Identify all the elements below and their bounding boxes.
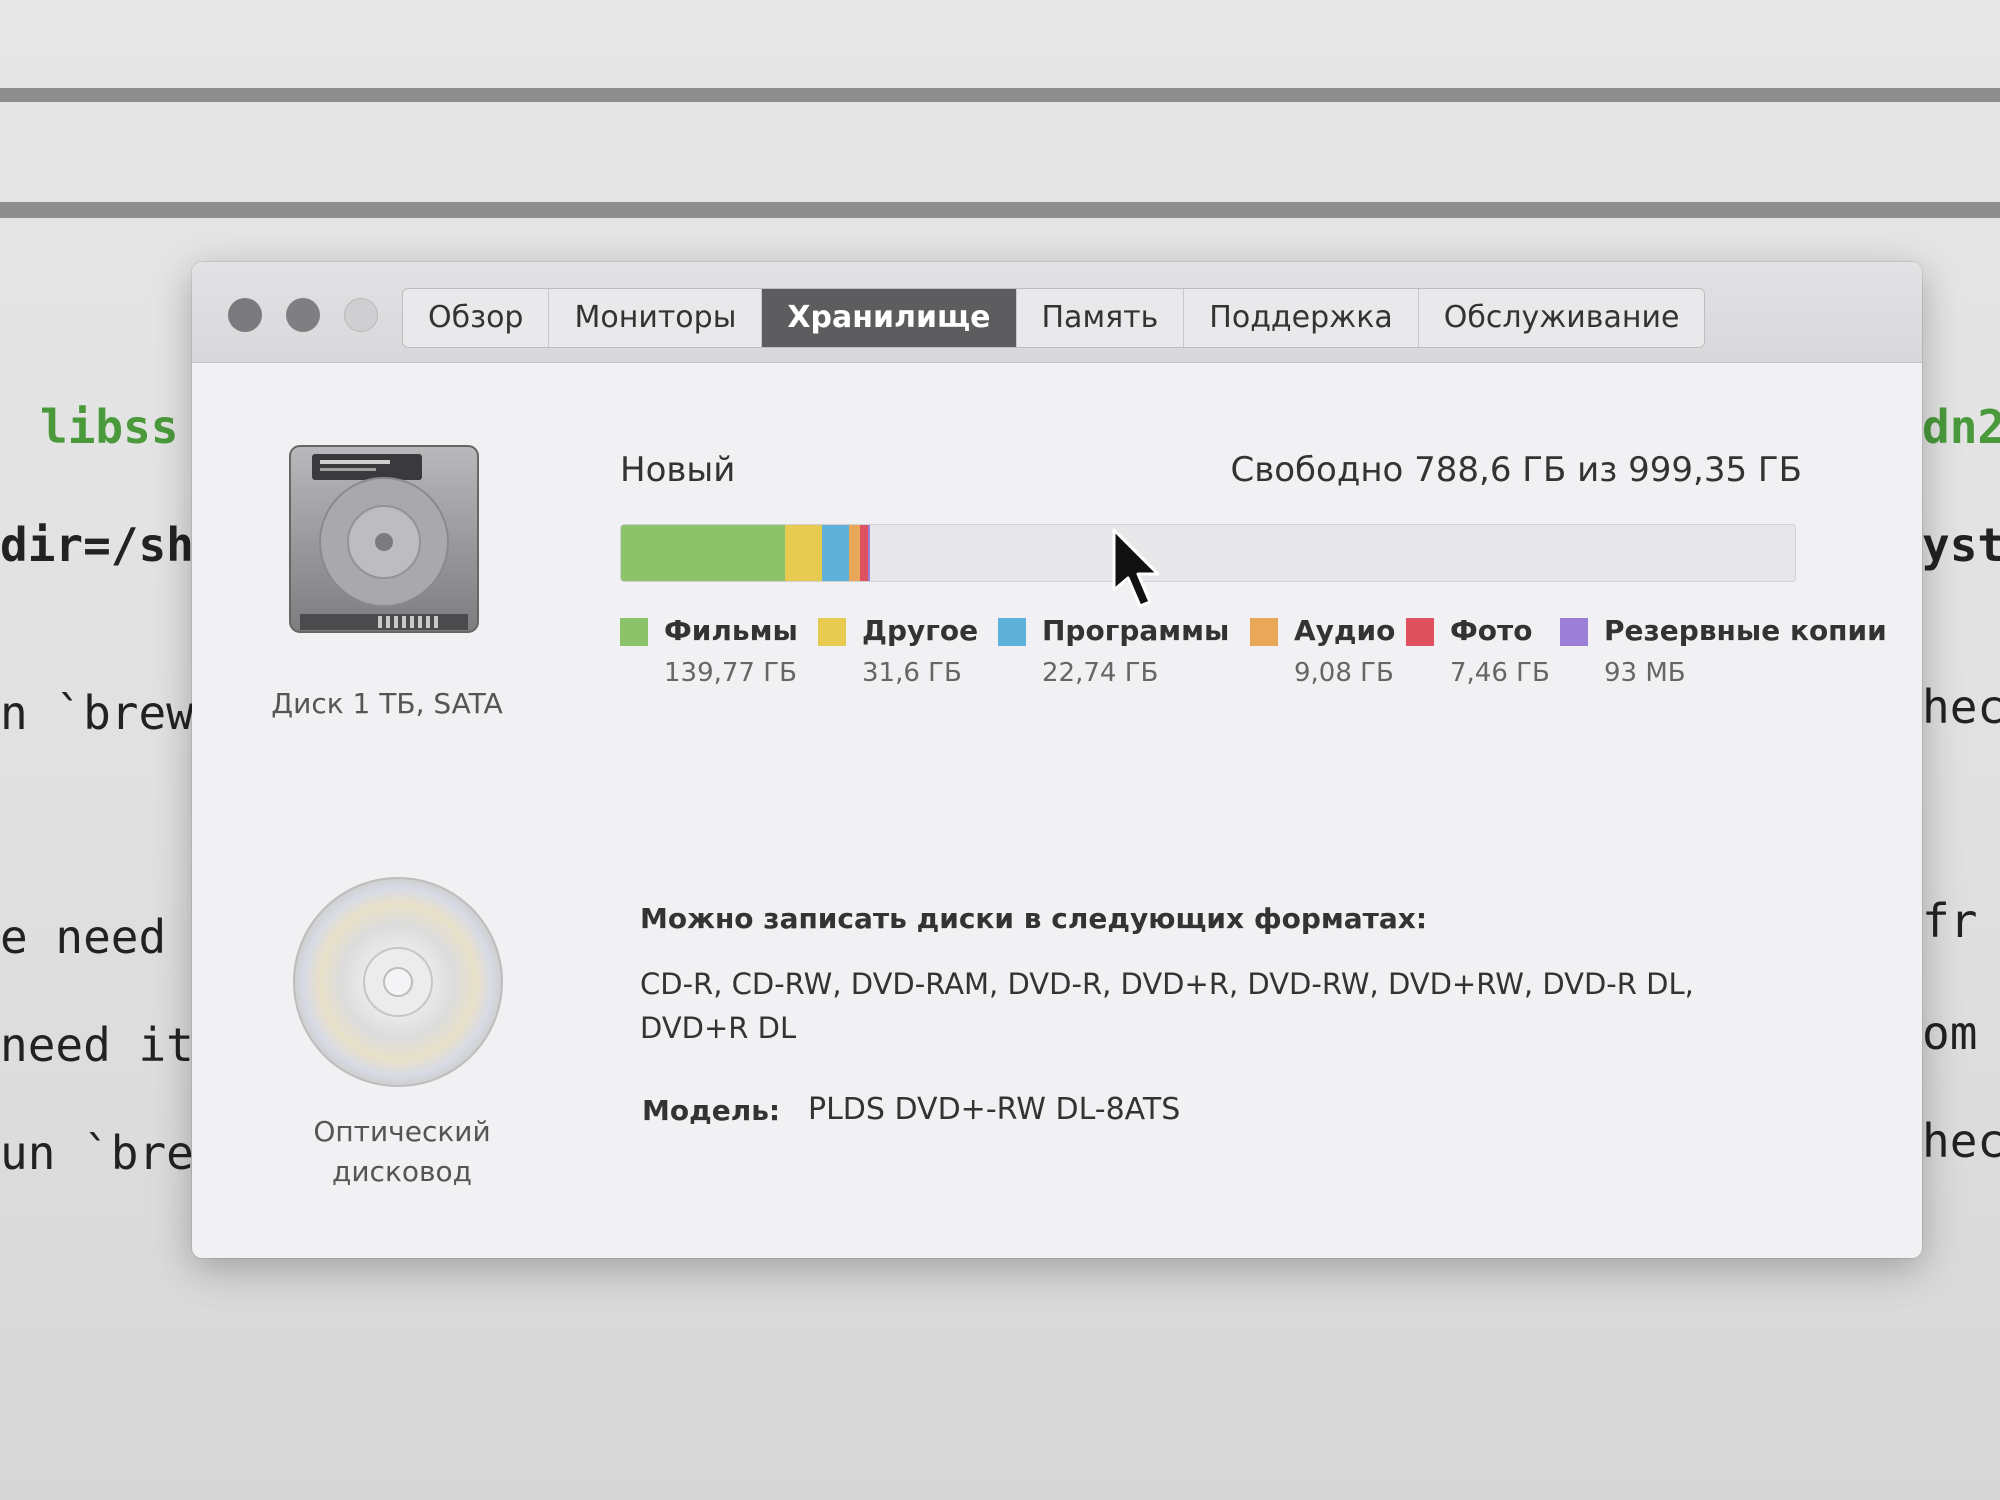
legend-swatch bbox=[818, 618, 846, 646]
burn-formats-list: CD-R, CD-RW, DVD-RAM, DVD-R, DVD+R, DVD-… bbox=[640, 967, 1694, 1045]
tab-support[interactable]: Поддержка bbox=[1184, 289, 1419, 347]
terminal-text: libss bbox=[40, 400, 179, 454]
legend-category-size: 93 МБ bbox=[1604, 658, 1686, 688]
optical-disc-icon bbox=[293, 877, 503, 1087]
close-button[interactable] bbox=[228, 298, 262, 332]
tab-memory[interactable]: Память bbox=[1017, 289, 1185, 347]
terminal-divider bbox=[0, 88, 2000, 102]
terminal-text: un `brew bbox=[0, 1126, 222, 1180]
terminal-text: need it bbox=[0, 1018, 194, 1072]
title-bar[interactable]: Обзор Мониторы Хранилище Память Поддержк… bbox=[192, 262, 1922, 363]
legend-category-size: 139,77 ГБ bbox=[664, 658, 797, 688]
terminal-text: dn2 bbox=[1922, 400, 2000, 454]
hard-drive-icon bbox=[289, 445, 479, 633]
storage-usage-bar[interactable] bbox=[620, 524, 1796, 582]
tab-displays[interactable]: Мониторы bbox=[549, 289, 763, 347]
zoom-button[interactable] bbox=[344, 298, 378, 332]
tab-service[interactable]: Обслуживание bbox=[1419, 289, 1705, 347]
terminal-text: n `brew bbox=[0, 686, 194, 740]
tab-storage[interactable]: Хранилище bbox=[762, 289, 1017, 347]
legend-category-name: Фото bbox=[1450, 614, 1533, 647]
tab-bar: Обзор Мониторы Хранилище Память Поддержк… bbox=[402, 288, 1706, 348]
storage-bar-segment[interactable] bbox=[822, 525, 850, 581]
legend-category-name: Резервные копии bbox=[1604, 614, 1887, 647]
legend-category-name: Аудио bbox=[1294, 614, 1396, 647]
legend-category-size: 22,74 ГБ bbox=[1042, 658, 1159, 688]
legend-category-name: Другое bbox=[862, 614, 979, 647]
storage-bar-segment[interactable] bbox=[785, 525, 823, 581]
terminal-text: om bbox=[1922, 1006, 1978, 1060]
storage-legend: Фильмы 139,77 ГБ Другое 31,6 ГБ Программы 22,… bbox=[620, 614, 1920, 694]
legend-swatch bbox=[620, 618, 648, 646]
storage-bar-segment[interactable] bbox=[621, 525, 786, 581]
storage-bar-segment[interactable] bbox=[868, 525, 871, 581]
legend-category-name: Программы bbox=[1042, 614, 1230, 647]
terminal-text: dir=/sh bbox=[0, 518, 194, 572]
optical-drive-label: Оптический дисковод bbox=[313, 1115, 491, 1188]
volume-name: Новый bbox=[620, 450, 736, 490]
terminal-divider bbox=[0, 202, 2000, 218]
mouse-cursor-icon bbox=[1112, 528, 1160, 608]
minimize-button[interactable] bbox=[286, 298, 320, 332]
legend-category-name: Фильмы bbox=[664, 614, 798, 647]
burn-formats-heading: Можно записать диски в следующих формата… bbox=[640, 902, 1428, 935]
legend-swatch bbox=[1406, 618, 1434, 646]
tab-overview[interactable]: Обзор bbox=[403, 289, 550, 347]
legend-swatch bbox=[1250, 618, 1278, 646]
storage-bar-segment[interactable] bbox=[849, 525, 860, 581]
terminal-text: heck bbox=[1922, 1114, 2000, 1168]
legend-category-size: 31,6 ГБ bbox=[862, 658, 962, 688]
free-space-text: Свободно 788,6 ГБ из 999,35 ГБ bbox=[1230, 450, 1802, 490]
disk-label: Диск 1 ТБ, SATA bbox=[271, 687, 503, 720]
legend-category-size: 9,08 ГБ bbox=[1294, 658, 1394, 688]
terminal-text: yst bbox=[1922, 518, 2000, 572]
model-label: Модель: bbox=[642, 1094, 781, 1127]
model-value: PLDS DVD+-RW DL-8ATS bbox=[808, 1092, 1181, 1127]
legend-swatch bbox=[998, 618, 1026, 646]
legend-category-size: 7,46 ГБ bbox=[1450, 658, 1550, 688]
terminal-text: e need bbox=[0, 910, 167, 964]
storage-bar-segment[interactable] bbox=[859, 525, 869, 581]
terminal-text: fr bbox=[1922, 894, 1978, 948]
legend-swatch bbox=[1560, 618, 1588, 646]
about-this-mac-window: Обзор Мониторы Хранилище Память Поддержк… bbox=[192, 262, 1922, 1258]
terminal-text: hec bbox=[1922, 680, 2000, 734]
